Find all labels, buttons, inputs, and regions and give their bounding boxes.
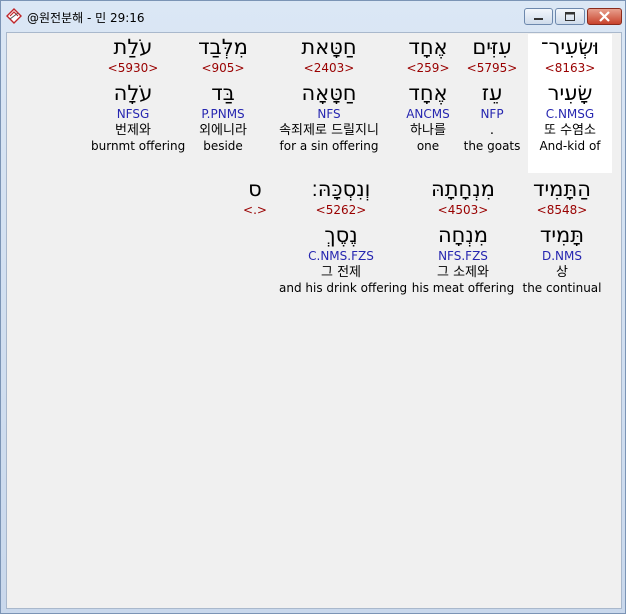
word-cell[interactable]: חַטָּאת <2403> חַטָּאָה NFS 속죄제로 드릴지니 fo… <box>277 34 381 154</box>
hebrew-lemma: שָׂעִיר <box>547 81 593 105</box>
english-gloss: the continual <box>522 281 602 295</box>
strong-number[interactable]: <8163> <box>528 60 612 76</box>
strong-number[interactable]: <.> <box>235 202 275 218</box>
morphology-code[interactable]: C.NMS.FZS <box>279 248 403 264</box>
morphology-code[interactable]: C.NMSG <box>528 106 612 122</box>
window-title: @원전분해 - 민 29:16 <box>27 11 145 25</box>
hebrew-word: הַתָּמִיד <box>533 177 591 201</box>
strong-number[interactable]: <8548> <box>520 202 604 218</box>
word-cell[interactable]: מִנְחָתָהּ <4503> מִנְחָה NFS.FZS 그 소제와 … <box>411 176 515 296</box>
korean-gloss: 상 <box>556 265 568 280</box>
word-cell[interactable]: הַתָּמִיד <8548> תָּמִיד D.NMS 상 the con… <box>520 176 604 296</box>
strong-number[interactable]: <2403> <box>277 60 381 76</box>
hebrew-word: מִלְּבַד <box>198 35 248 59</box>
english-gloss: one <box>416 139 440 153</box>
minimize-icon <box>534 18 543 20</box>
minimize-button[interactable] <box>524 8 553 25</box>
morphology-code[interactable]: P.PNMS <box>181 106 265 122</box>
hebrew-lemma: נֶסֶךְ <box>324 223 358 247</box>
korean-gloss: 그 소제와 <box>437 265 489 280</box>
english-gloss: And-kid of <box>539 139 601 153</box>
morphology-code[interactable]: D.NMS <box>520 248 604 264</box>
english-gloss: beside <box>203 139 243 153</box>
strong-number[interactable]: <4503> <box>411 202 515 218</box>
hebrew-lemma: עֹלָה <box>113 81 153 105</box>
strong-number[interactable]: <905> <box>181 60 265 76</box>
english-gloss: and his drink offering <box>279 281 408 295</box>
strong-number[interactable]: <5930> <box>91 60 175 76</box>
maximize-button[interactable] <box>555 8 585 25</box>
app-icon <box>6 8 22 24</box>
english-gloss: his meat offering <box>411 281 515 295</box>
english-gloss: burnmt offering <box>91 139 186 153</box>
korean-gloss: 외에니라 <box>199 123 247 138</box>
word-cell[interactable]: מִלְּבַד <905> בַּד P.PNMS 외에니라 beside <box>181 34 265 154</box>
title-bar[interactable]: @원전분해 - 민 29:16 <box>1 1 625 31</box>
hebrew-word: מִנְחָתָהּ <box>431 177 495 201</box>
hebrew-lemma: תָּמִיד <box>539 223 585 247</box>
strong-number[interactable]: <259> <box>386 60 470 76</box>
morphology-code[interactable]: ANCMS <box>386 106 470 122</box>
hebrew-word: וְנִסְכָּהּ׃ <box>311 177 371 201</box>
korean-gloss: 그 전제 <box>320 265 361 280</box>
word-cell[interactable]: וְנִסְכָּהּ׃ <5262> נֶסֶךְ C.NMS.FZS 그 전… <box>279 176 408 296</box>
korean-gloss: 속죄제로 드릴지니 <box>279 123 379 138</box>
word-cell[interactable]: וּשְׂעִיר־ <8163> שָׂעִיר C.NMSG 또 수염소 A… <box>528 34 612 173</box>
hebrew-word: אֶחָד <box>408 35 448 59</box>
hebrew-word: עֹלַת <box>113 35 153 59</box>
word-cell[interactable]: אֶחָד <259> אֶחָד ANCMS 하나를 one <box>386 34 470 154</box>
morphology-code[interactable]: NFS.FZS <box>411 248 515 264</box>
app-window: @원전분해 - 민 29:16 וּשְׂעִיר־ <8163> שָׂעִי… <box>0 0 626 614</box>
hebrew-lemma: חַטָּאָה <box>301 81 357 105</box>
close-icon <box>599 11 610 22</box>
morphology-code[interactable]: NFSG <box>91 106 175 122</box>
word-cell[interactable]: עֹלַת <5930> עֹלָה NFSG 번제와 burnmt offer… <box>91 34 186 154</box>
hebrew-word: וּשְׂעִיר־ <box>540 35 600 59</box>
korean-gloss: 번제와 <box>115 123 151 138</box>
close-button[interactable] <box>587 8 622 25</box>
hebrew-word: חַטָּאת <box>301 35 357 59</box>
morphology-code[interactable]: NFS <box>277 106 381 122</box>
korean-gloss: 하나를 <box>410 123 446 138</box>
maximize-icon <box>565 12 575 21</box>
hebrew-lemma: מִנְחָה <box>437 223 489 247</box>
hebrew-lemma: בַּד <box>211 81 235 105</box>
korean-gloss: 또 수염소 <box>544 123 596 138</box>
hebrew-word: ס <box>248 177 262 201</box>
english-gloss: for a sin offering <box>279 139 379 153</box>
word-cell[interactable]: ס <.> <box>235 176 275 218</box>
strong-number[interactable]: <5262> <box>279 202 403 218</box>
hebrew-lemma: אֶחָד <box>408 81 448 105</box>
interlinear-view[interactable]: וּשְׂעִיר־ <8163> שָׂעִיר C.NMSG 또 수염소 A… <box>6 32 622 609</box>
